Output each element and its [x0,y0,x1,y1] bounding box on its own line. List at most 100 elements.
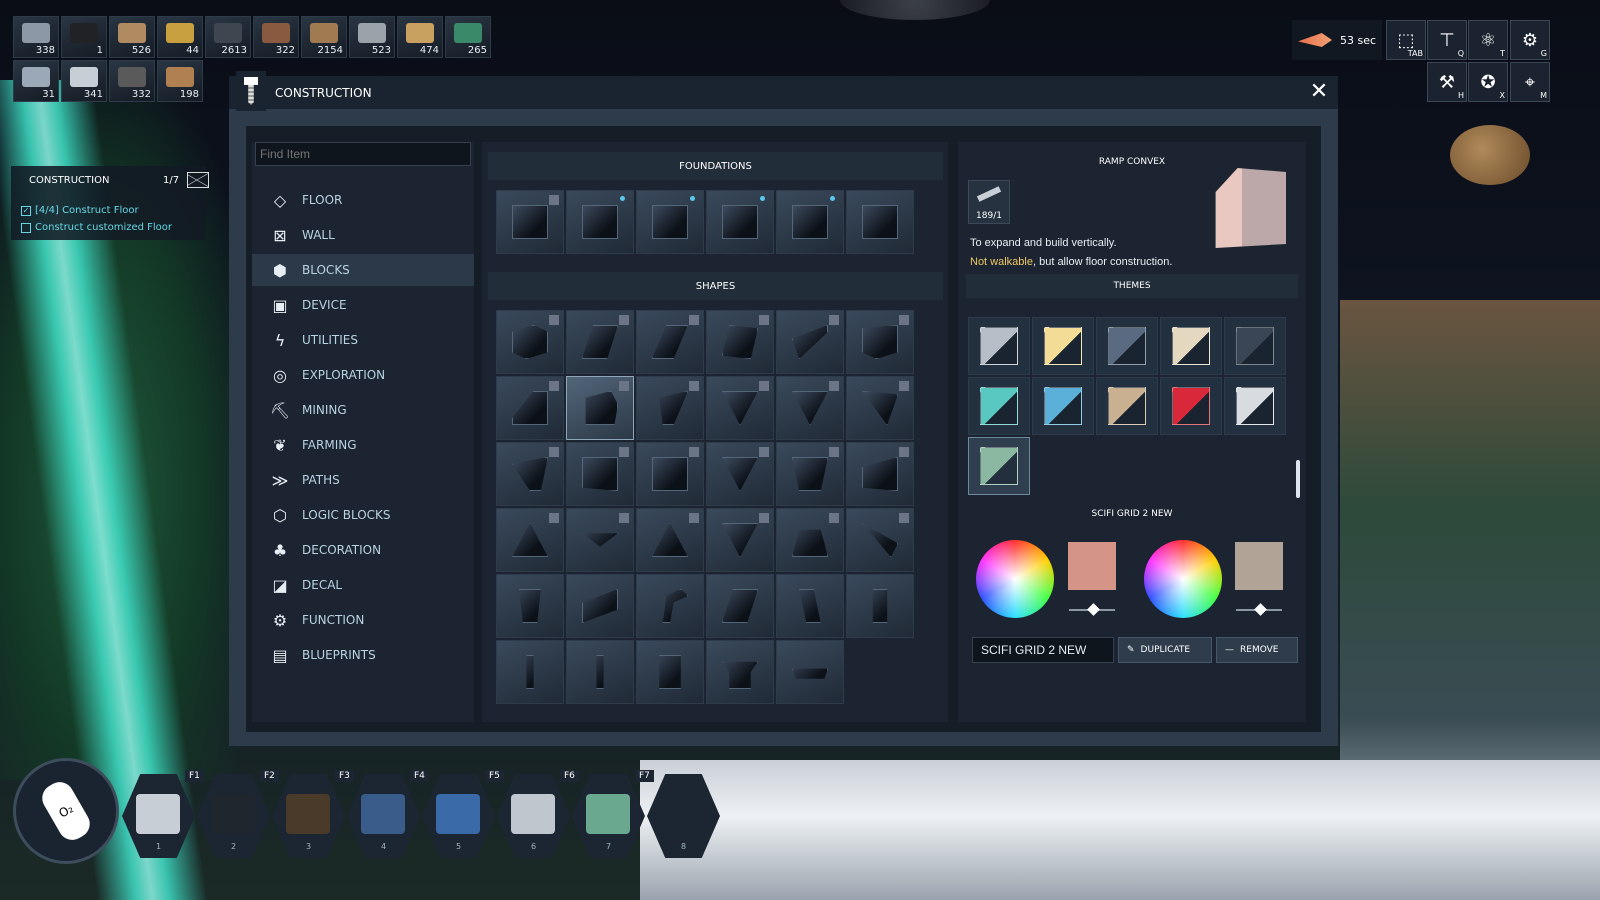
shape-item[interactable] [566,442,634,506]
theme-item[interactable] [1160,377,1222,435]
shape-item[interactable] [706,442,774,506]
shape-item[interactable] [776,310,844,374]
shape-item[interactable] [776,442,844,506]
inventory-slot[interactable]: 332 [109,60,155,102]
remove-button[interactable]: — REMOVE [1216,637,1298,663]
inventory-slot[interactable]: 322 [253,16,299,58]
shape-item[interactable] [496,574,564,638]
primary-color-swatch[interactable] [1068,542,1116,590]
shape-item[interactable] [846,442,914,506]
foundation-item[interactable] [636,190,704,254]
shape-item[interactable] [496,640,564,704]
category-utilities[interactable]: ϟ UTILITIES [252,324,474,356]
theme-name-input[interactable]: SCIFI GRID 2 NEW [972,637,1114,663]
theme-item[interactable] [1224,377,1286,435]
shape-item[interactable] [776,640,844,704]
shape-item[interactable] [496,442,564,506]
xp-button[interactable]: ✪ X [1468,62,1508,102]
category-function[interactable]: ⚙ FUNCTION [252,604,474,636]
inventory-slot[interactable]: 2613 [205,16,251,58]
inventory-slot[interactable]: 1 [61,16,107,58]
category-floor[interactable]: ◇ FLOOR [252,184,474,216]
gear-button[interactable]: ⚙ G [1510,20,1550,60]
category-blueprints[interactable]: ▤ BLUEPRINTS [252,639,474,671]
mail-icon[interactable] [187,172,209,188]
shape-item[interactable] [636,442,704,506]
shape-item[interactable] [706,376,774,440]
shape-item[interactable] [846,508,914,572]
theme-item[interactable] [968,317,1030,375]
inventory-slot[interactable]: 265 [445,16,491,58]
close-button[interactable]: ✕ [1308,81,1330,103]
category-wall[interactable]: ⊠ WALL [252,219,474,251]
theme-item[interactable] [1032,317,1094,375]
hammer-button[interactable]: ⚒ H [1427,62,1467,102]
inventory-slot[interactable]: 2154 [301,16,347,58]
foundation-item[interactable] [496,190,564,254]
shape-item[interactable] [496,310,564,374]
theme-item[interactable] [1096,317,1158,375]
category-logic-blocks[interactable]: ⬡ LOGIC BLOCKS [252,499,474,531]
shape-item[interactable] [566,574,634,638]
shape-item[interactable] [776,574,844,638]
shape-item[interactable] [636,640,704,704]
shape-item[interactable] [636,574,704,638]
shape-item[interactable] [846,310,914,374]
shape-item[interactable] [706,640,774,704]
category-decoration[interactable]: ♣ DECORATION [252,534,474,566]
inventory-button[interactable]: ⬚ TAB [1386,20,1426,60]
shape-item[interactable] [566,640,634,704]
inventory-slot[interactable]: 341 [61,60,107,102]
shape-item[interactable] [776,376,844,440]
theme-item[interactable] [968,437,1030,495]
shape-item[interactable] [776,508,844,572]
inventory-slot[interactable]: 474 [397,16,443,58]
shape-item[interactable] [566,508,634,572]
category-paths[interactable]: ≫ PATHS [252,464,474,496]
inventory-slot[interactable]: 523 [349,16,395,58]
secondary-brightness-slider[interactable] [1236,609,1282,611]
inventory-slot[interactable]: 198 [157,60,203,102]
inventory-slot[interactable]: 338 [13,16,59,58]
shape-item[interactable] [846,376,914,440]
foundation-item[interactable] [566,190,634,254]
category-farming[interactable]: ❦ FARMING [252,429,474,461]
theme-item[interactable] [1032,377,1094,435]
shape-item[interactable] [566,376,634,440]
primary-brightness-slider[interactable] [1069,609,1115,611]
foundation-item[interactable] [846,190,914,254]
category-blocks[interactable]: ⬢ BLOCKS [252,254,474,286]
shape-item[interactable] [706,508,774,572]
shape-item[interactable] [496,508,564,572]
duplicate-button[interactable]: ✎ DUPLICATE [1118,637,1212,663]
foundation-item[interactable] [776,190,844,254]
shape-item[interactable] [566,310,634,374]
search-input[interactable] [255,142,471,166]
foundation-item[interactable] [706,190,774,254]
themes-scrollbar[interactable] [1296,460,1300,498]
inventory-slot[interactable]: 31 [13,60,59,102]
secondary-color-swatch[interactable] [1235,542,1283,590]
shape-item[interactable] [706,574,774,638]
shape-item[interactable] [846,574,914,638]
shape-item[interactable] [636,310,704,374]
category-exploration[interactable]: ◎ EXPLORATION [252,359,474,391]
shape-item[interactable] [636,376,704,440]
tech-button[interactable]: ⚛ T [1468,20,1508,60]
theme-item[interactable] [968,377,1030,435]
shape-item[interactable] [706,310,774,374]
theme-item[interactable] [1224,317,1286,375]
shape-item[interactable] [636,508,704,572]
construction-button[interactable]: ⊤ Q [1427,20,1467,60]
primary-color-wheel[interactable] [976,540,1054,618]
category-decal[interactable]: ◪ DECAL [252,569,474,601]
theme-item[interactable] [1096,377,1158,435]
map-button[interactable]: ⌖ M [1510,62,1550,102]
inventory-slot[interactable]: 526 [109,16,155,58]
category-mining[interactable]: ⛏ MINING [252,394,474,426]
category-device[interactable]: ▣ DEVICE [252,289,474,321]
inventory-slot[interactable]: 44 [157,16,203,58]
shape-item[interactable] [496,376,564,440]
secondary-color-wheel[interactable] [1144,540,1222,618]
theme-item[interactable] [1160,317,1222,375]
